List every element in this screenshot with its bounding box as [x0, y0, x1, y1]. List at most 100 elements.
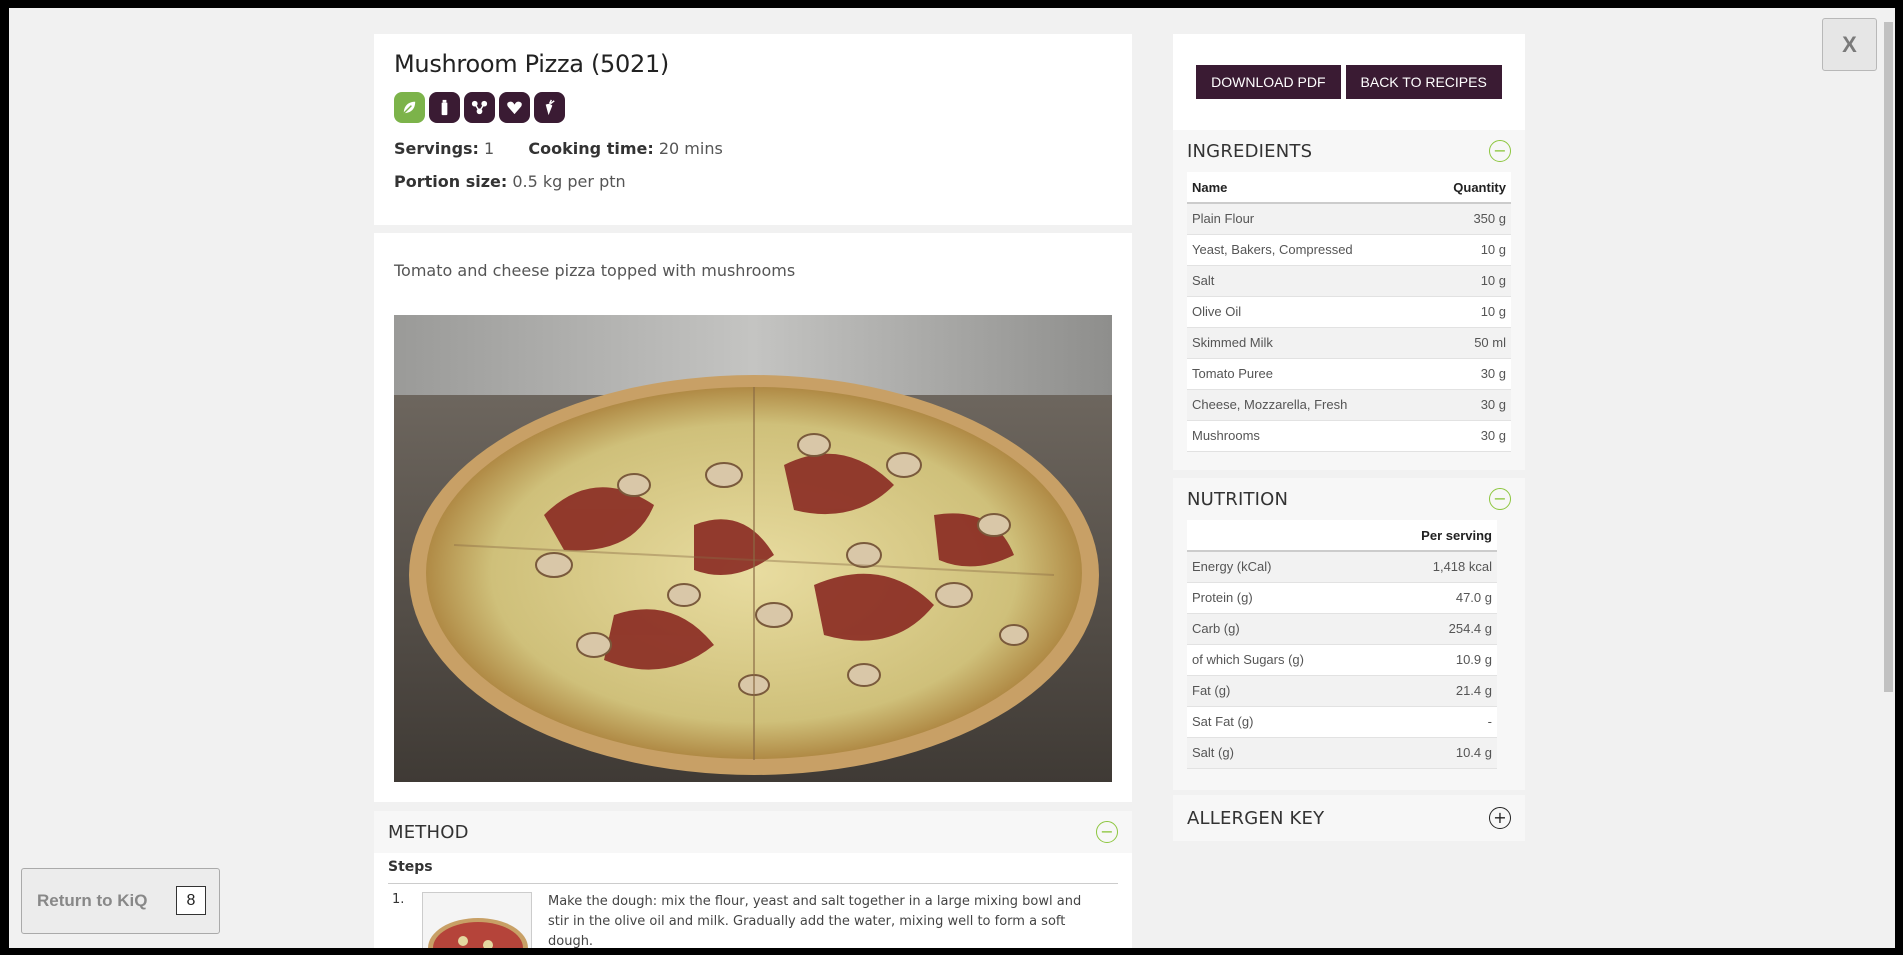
table-row: Skimmed Milk 50 ml — [1187, 327, 1511, 359]
ingredient-quantity: 10 g — [1423, 234, 1511, 266]
download-pdf-button[interactable]: DOWNLOAD PDF — [1196, 65, 1341, 99]
recipe-description: Tomato and cheese pizza topped with mush… — [394, 261, 796, 280]
back-to-recipes-button[interactable]: BACK TO RECIPES — [1345, 65, 1502, 99]
scrollbar[interactable] — [1882, 8, 1895, 948]
method-header[interactable]: METHOD − — [374, 811, 1132, 853]
nutrient-name: Sat Fat (g) — [1187, 706, 1374, 738]
ingredient-name: Salt — [1187, 265, 1424, 297]
method-body: Steps 1. Make the dough: mix the flour, … — [374, 853, 1132, 948]
table-row: Plain Flour 350 g — [1187, 203, 1511, 235]
nutrient-name: Carb (g) — [1187, 613, 1374, 645]
column-header-per-serving: Per serving — [1373, 520, 1497, 552]
leaf-icon — [394, 92, 425, 123]
table-row: Energy (kCal) 1,418 kcal — [1187, 551, 1497, 583]
ingredients-header[interactable]: INGREDIENTS − — [1173, 130, 1525, 172]
ingredient-name: Yeast, Bakers, Compressed — [1187, 234, 1424, 266]
ingredient-quantity: 50 ml — [1423, 327, 1511, 359]
column-header-quantity: Quantity — [1423, 172, 1511, 204]
portion-label: Portion size: — [394, 172, 508, 191]
ingredient-name: Skimmed Milk — [1187, 327, 1424, 359]
column-header-name: Name — [1187, 172, 1424, 204]
nutrient-value: - — [1373, 706, 1497, 738]
table-row: Salt 10 g — [1187, 265, 1511, 297]
portion-value: 0.5 kg per ptn — [512, 172, 626, 191]
ingredient-name: Olive Oil — [1187, 296, 1424, 328]
collapse-icon[interactable]: − — [1489, 140, 1511, 162]
nutrient-name: Energy (kCal) — [1187, 551, 1374, 583]
nutrient-value: 10.4 g — [1373, 737, 1497, 769]
allergen-key-header[interactable]: ALLERGEN KEY + — [1173, 795, 1525, 841]
molecule-icon — [464, 92, 495, 123]
nutrient-name: Protein (g) — [1187, 582, 1374, 614]
ingredient-quantity: 30 g — [1423, 358, 1511, 390]
nutrient-name: Fat (g) — [1187, 675, 1374, 707]
table-row: Fat (g) 21.4 g — [1187, 675, 1497, 707]
table-row: Sat Fat (g) - — [1187, 706, 1497, 738]
ingredient-name: Plain Flour — [1187, 203, 1424, 235]
close-button[interactable]: X — [1822, 18, 1877, 71]
table-row: Mushrooms 30 g — [1187, 420, 1511, 452]
ingredient-name: Mushrooms — [1187, 420, 1424, 452]
nutrient-value: 10.9 g — [1373, 644, 1497, 676]
return-label: Return to KiQ — [37, 891, 148, 910]
scrollbar-thumb[interactable] — [1884, 22, 1893, 692]
step-photo — [422, 892, 532, 948]
heart-icon — [499, 92, 530, 123]
ingredients-body: Name Quantity Plain Flour 350 g Yeast, Bak… — [1173, 172, 1525, 470]
ingredient-quantity: 350 g — [1423, 203, 1511, 235]
nutrition-header[interactable]: NUTRITION − — [1173, 478, 1525, 520]
portion-line: Portion size: 0.5 kg per ptn — [394, 172, 1112, 191]
ingredients-title: INGREDIENTS — [1187, 140, 1313, 162]
nutrient-value: 47.0 g — [1373, 582, 1497, 614]
carrot-icon — [534, 92, 565, 123]
return-to-kiq-button[interactable]: Return to KiQ 8 — [21, 868, 220, 934]
table-row: of which Sugars (g) 10.9 g — [1187, 644, 1497, 676]
table-row: Protein (g) 47.0 g — [1187, 582, 1497, 614]
nutrient-name: Salt (g) — [1187, 737, 1374, 769]
collapse-icon[interactable]: − — [1489, 488, 1511, 510]
collapse-icon[interactable]: − — [1096, 821, 1118, 843]
description-panel: Tomato and cheese pizza topped with mush… — [374, 233, 1132, 802]
table-row: Carb (g) 254.4 g — [1187, 613, 1497, 645]
notification-count: 8 — [176, 886, 206, 915]
table-row: Cheese, Mozzarella, Fresh 30 g — [1187, 389, 1511, 421]
nutrient-value: 1,418 kcal — [1373, 551, 1497, 583]
cooking-time-label: Cooking time: — [528, 139, 654, 158]
method-title: METHOD — [388, 821, 469, 843]
servings-label: Servings: — [394, 139, 479, 158]
nutrition-title: NUTRITION — [1187, 488, 1289, 510]
ingredients-table: Name Quantity Plain Flour 350 g Yeast, Bak… — [1187, 172, 1511, 452]
nutrient-name: of which Sugars (g) — [1187, 644, 1374, 676]
nutrient-value: 21.4 g — [1373, 675, 1497, 707]
servings-line: Servings: 1 Cooking time: 20 mins — [394, 139, 1112, 158]
cooking-time-value: 20 mins — [658, 139, 723, 158]
ingredient-quantity: 30 g — [1423, 420, 1511, 452]
ingredient-quantity: 30 g — [1423, 389, 1511, 421]
ingredient-quantity: 10 g — [1423, 265, 1511, 297]
step-text: Make the dough: mix the flour, yeast and… — [548, 894, 1082, 948]
nutrition-table: Per serving Energy (kCal) 1,418 kcal Prote… — [1187, 520, 1497, 769]
pizza-photo — [394, 315, 1112, 782]
table-row: Salt (g) 10.4 g — [1187, 737, 1497, 769]
expand-icon[interactable]: + — [1489, 807, 1511, 829]
recipe-modal: Mushroom Pizza (5021) Servings: 1 Cookin… — [9, 8, 1895, 948]
recipe-title: Mushroom Pizza (5021) — [394, 50, 669, 78]
recipe-header: Mushroom Pizza (5021) Servings: 1 Cookin… — [374, 34, 1132, 225]
diet-icons — [394, 92, 1112, 123]
nutrient-value: 254.4 g — [1373, 613, 1497, 645]
column-header-nutrient — [1187, 520, 1374, 552]
servings-value: 1 — [484, 139, 495, 158]
table-row: Olive Oil 10 g — [1187, 296, 1511, 328]
nutrition-body: Per serving Energy (kCal) 1,418 kcal Prote… — [1173, 520, 1525, 790]
table-row: Tomato Puree 30 g — [1187, 358, 1511, 390]
steps-label: Steps — [388, 859, 1118, 884]
allergen-key-title: ALLERGEN KEY — [1187, 807, 1325, 829]
step-number: 1. — [392, 892, 405, 907]
table-row: Yeast, Bakers, Compressed 10 g — [1187, 234, 1511, 266]
bottle-icon — [429, 92, 460, 123]
actions-panel: DOWNLOAD PDF BACK TO RECIPES — [1173, 34, 1525, 130]
ingredient-quantity: 10 g — [1423, 296, 1511, 328]
ingredient-name: Cheese, Mozzarella, Fresh — [1187, 389, 1424, 421]
ingredient-name: Tomato Puree — [1187, 358, 1424, 390]
step-row: 1. Make the dough: mix the flour, yeast … — [388, 884, 1118, 948]
